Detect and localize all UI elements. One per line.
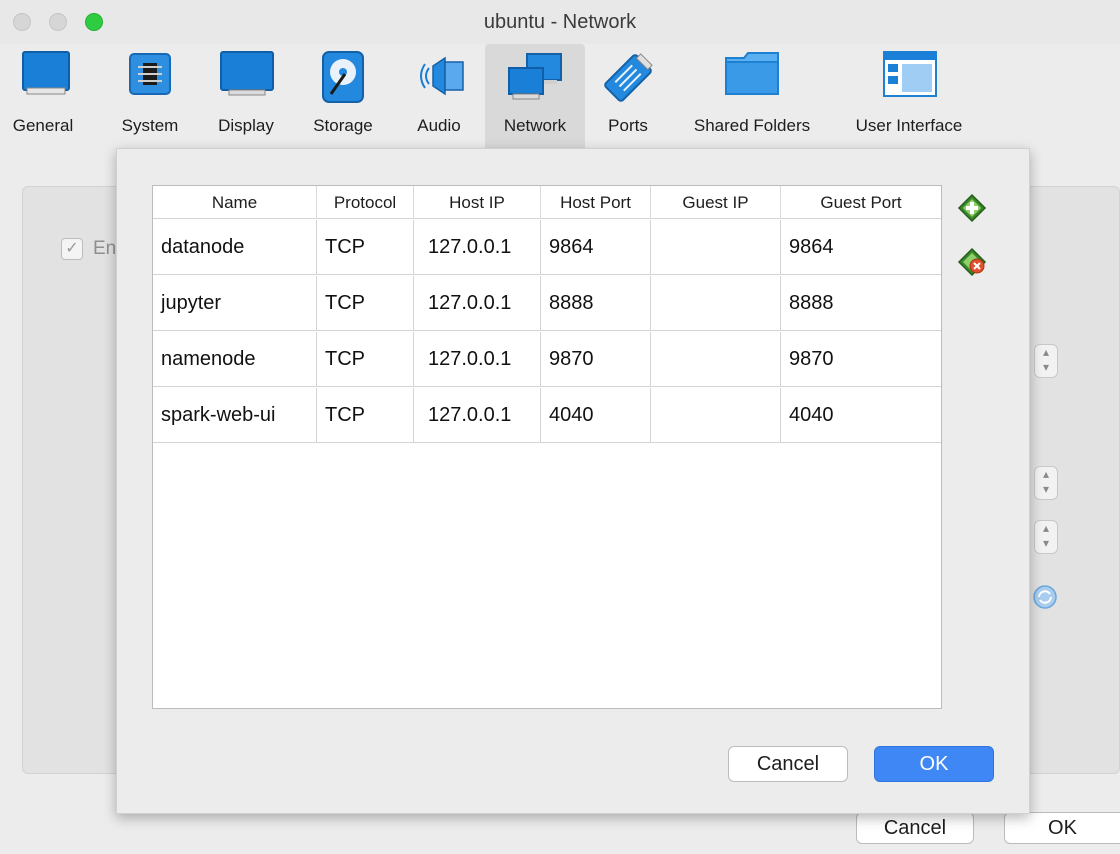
cell-host-ip[interactable]: 127.0.0.1 xyxy=(414,220,541,275)
table-row[interactable]: spark-web-ui TCP 127.0.0.1 4040 4040 xyxy=(153,388,941,443)
toolbar-item-system[interactable]: System xyxy=(110,44,190,148)
network-icon xyxy=(508,53,562,100)
cell-host-ip[interactable]: 127.0.0.1 xyxy=(414,332,541,387)
display-monitor-icon xyxy=(220,51,274,96)
cell-protocol[interactable]: TCP xyxy=(317,220,414,275)
cell-name[interactable]: namenode xyxy=(153,332,317,387)
toolbar-item-user-interface[interactable]: User Interface xyxy=(842,44,976,148)
toolbar-item-general[interactable]: General xyxy=(2,44,84,148)
attached-to-dropdown[interactable]: ▴ ▾ xyxy=(1034,344,1058,378)
cell-guest-ip[interactable] xyxy=(651,220,781,275)
ports-connector-icon xyxy=(604,53,653,102)
toolbar-item-display[interactable]: Display xyxy=(206,44,286,148)
cell-guest-ip[interactable] xyxy=(651,332,781,387)
cell-guest-ip[interactable] xyxy=(651,276,781,331)
title-bar: ubuntu - Network xyxy=(0,0,1120,44)
ok-button[interactable]: OK xyxy=(874,746,994,782)
column-header-host-ip[interactable]: Host IP xyxy=(414,186,541,219)
settings-ok-button[interactable]: OK xyxy=(1004,812,1120,844)
cell-name[interactable]: datanode xyxy=(153,220,317,275)
general-icon xyxy=(22,51,70,95)
cell-host-ip[interactable]: 127.0.0.1 xyxy=(414,388,541,443)
add-rule-icon[interactable] xyxy=(957,193,987,223)
column-header-guest-ip[interactable]: Guest IP xyxy=(651,186,781,219)
cancel-button[interactable]: Cancel xyxy=(728,746,848,782)
remove-rule-icon[interactable] xyxy=(957,247,987,277)
enable-adapter-label: En xyxy=(93,238,117,259)
settings-toolbar: General System Display Storage Audio Net… xyxy=(0,44,1120,148)
column-header-guest-port[interactable]: Guest Port xyxy=(781,186,941,219)
cell-protocol[interactable]: TCP xyxy=(317,388,414,443)
cell-protocol[interactable]: TCP xyxy=(317,276,414,331)
cell-guest-port[interactable]: 4040 xyxy=(781,388,941,443)
cell-protocol[interactable]: TCP xyxy=(317,332,414,387)
adapter-type-dropdown[interactable]: ▴ ▾ xyxy=(1034,466,1058,500)
cell-guest-port[interactable]: 9870 xyxy=(781,332,941,387)
promiscuous-mode-dropdown[interactable]: ▴ ▾ xyxy=(1034,520,1058,554)
refresh-mac-icon[interactable] xyxy=(1032,584,1058,610)
storage-disk-icon xyxy=(322,51,364,103)
cell-host-port[interactable]: 8888 xyxy=(541,276,651,331)
enable-adapter-checkbox[interactable]: ✓ xyxy=(61,238,83,260)
cell-name[interactable]: spark-web-ui xyxy=(153,388,317,443)
toolbar-item-ports[interactable]: Ports xyxy=(596,44,660,148)
system-chip-icon xyxy=(129,53,171,95)
cell-host-port[interactable]: 9870 xyxy=(541,332,651,387)
column-header-protocol[interactable]: Protocol xyxy=(317,186,414,219)
user-interface-icon xyxy=(883,51,937,97)
cell-guest-ip[interactable] xyxy=(651,388,781,443)
table-row[interactable]: datanode TCP 127.0.0.1 9864 9864 xyxy=(153,220,941,275)
cell-host-port[interactable]: 4040 xyxy=(541,388,651,443)
table-header: Name Protocol Host IP Host Port Guest IP… xyxy=(153,186,941,219)
toolbar-item-network[interactable]: Network xyxy=(485,44,585,148)
window-title: ubuntu - Network xyxy=(483,11,637,33)
toolbar-item-storage[interactable]: Storage xyxy=(302,44,384,148)
port-forwarding-dialog: Name Protocol Host IP Host Port Guest IP… xyxy=(116,148,1030,814)
settings-cancel-button[interactable]: Cancel xyxy=(856,812,974,844)
cell-host-ip[interactable]: 127.0.0.1 xyxy=(414,276,541,331)
cell-guest-port[interactable]: 8888 xyxy=(781,276,941,331)
toolbar-item-audio[interactable]: Audio xyxy=(402,44,476,148)
cell-guest-port[interactable]: 9864 xyxy=(781,220,941,275)
audio-speaker-icon xyxy=(420,56,464,96)
table-row[interactable]: jupyter TCP 127.0.0.1 8888 8888 xyxy=(153,276,941,331)
toolbar-item-shared-folders[interactable]: Shared Folders xyxy=(682,44,822,148)
column-header-host-port[interactable]: Host Port xyxy=(541,186,651,219)
cell-host-port[interactable]: 9864 xyxy=(541,220,651,275)
port-forwarding-table: Name Protocol Host IP Host Port Guest IP… xyxy=(152,185,942,709)
table-row[interactable]: namenode TCP 127.0.0.1 9870 9870 xyxy=(153,332,941,387)
cell-name[interactable]: jupyter xyxy=(153,276,317,331)
column-header-name[interactable]: Name xyxy=(153,186,317,219)
shared-folder-icon xyxy=(725,52,779,95)
